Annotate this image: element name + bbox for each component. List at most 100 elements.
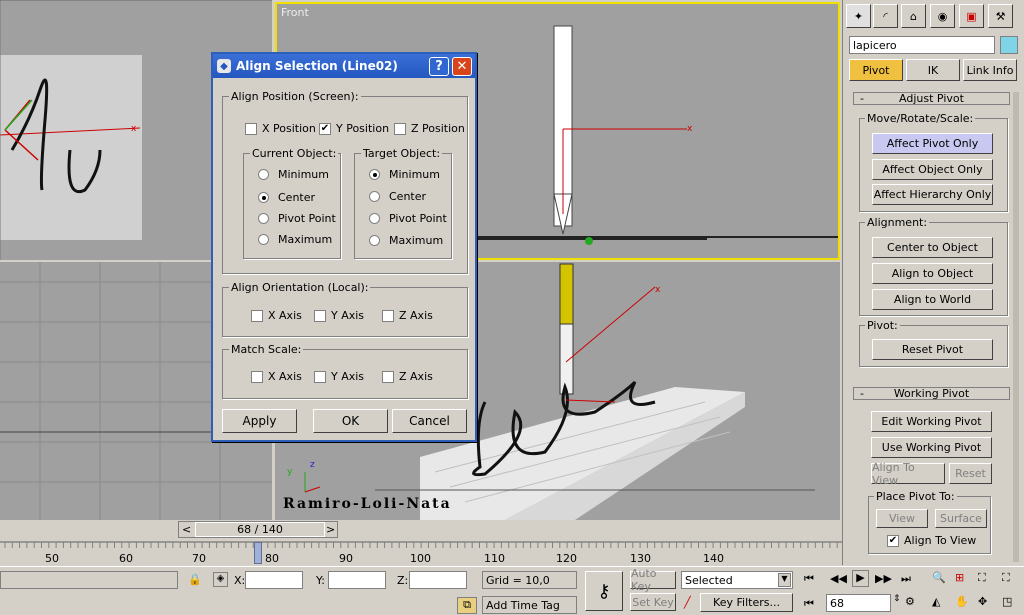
reset-pivot-button[interactable]: Reset Pivot (872, 339, 993, 360)
auto-key-button[interactable]: Auto Key (630, 567, 676, 593)
time-next-arrow[interactable]: > (326, 523, 335, 536)
help-button[interactable]: ? (429, 57, 449, 76)
panel-scrollbar[interactable] (1013, 92, 1019, 562)
orient-y-checkbox[interactable]: Y Axis (314, 309, 364, 322)
x-position-checkbox[interactable]: X Position (245, 122, 316, 135)
target-maximum-radio[interactable]: Maximum (369, 234, 443, 247)
adjust-pivot-rollout[interactable]: - Adjust Pivot (853, 92, 1010, 105)
z-coord-field[interactable] (409, 571, 467, 589)
display-tab-button[interactable]: ▣ (959, 4, 984, 28)
use-working-pivot-button[interactable]: Use Working Pivot (871, 437, 992, 458)
orient-x-checkbox[interactable]: X Axis (251, 309, 302, 322)
current-pivot-radio[interactable]: Pivot Point (258, 212, 336, 225)
orient-z-checkbox[interactable]: Z Axis (382, 309, 433, 322)
pan-hand-icon[interactable]: ✋ (955, 595, 969, 608)
scale-z-checkbox[interactable]: Z Axis (382, 370, 433, 383)
collapse-icon: - (860, 387, 864, 400)
align-to-world-button[interactable]: Align to World (872, 289, 993, 310)
create-tab-button[interactable]: ✦ (846, 4, 871, 28)
zoom-extents-icon[interactable]: ⛶ (978, 571, 986, 585)
radio-label: Pivot Point (389, 212, 447, 225)
orbit-icon[interactable]: ✥ (978, 595, 987, 608)
current-maximum-radio[interactable]: Maximum (258, 233, 332, 246)
close-icon: ✕ (456, 59, 468, 74)
maximize-viewport-icon[interactable]: ◳ (1002, 595, 1012, 608)
ik-tab[interactable]: IK (906, 59, 960, 81)
current-minimum-radio[interactable]: Minimum (258, 168, 329, 181)
affect-object-only-button[interactable]: Affect Object Only (872, 159, 993, 180)
previous-frame-icon[interactable]: ◀◀ (830, 572, 847, 585)
target-pivot-radio[interactable]: Pivot Point (369, 212, 447, 225)
key-filters-button[interactable]: Key Filters... (700, 593, 793, 612)
go-to-end-icon[interactable]: ⏭ (901, 572, 911, 586)
target-minimum-radio[interactable]: Minimum (369, 168, 440, 181)
hierarchy-tab-button[interactable]: ⌂ (901, 4, 926, 28)
current-frame-field[interactable]: 68 (826, 594, 891, 612)
link-info-tab[interactable]: Link Info (963, 59, 1017, 81)
object-name-field[interactable]: lapicero (849, 36, 995, 54)
key-icon: ⚷ (597, 580, 611, 602)
track-bar[interactable]: 50 60 70 80 90 100 110 120 130 140 (0, 540, 842, 566)
reset-button[interactable]: Reset (949, 463, 992, 484)
add-time-tag[interactable]: Add Time Tag (482, 596, 577, 614)
z-position-checkbox[interactable]: Z Position (394, 122, 465, 135)
zoom-all-icon[interactable]: ⊞ (955, 571, 964, 584)
field-of-view-icon[interactable]: ◭ (932, 595, 940, 608)
time-prev-arrow[interactable]: < (182, 523, 191, 536)
tick-label: 110 (484, 552, 505, 565)
go-to-start-icon[interactable]: ⏮ (804, 572, 814, 586)
zoom-extents-all-icon[interactable]: ⛶ (1002, 571, 1010, 585)
current-center-radio[interactable]: Center (258, 191, 315, 204)
scale-x-checkbox[interactable]: X Axis (251, 370, 302, 383)
key-mode-toggle-icon[interactable]: ⏮ (804, 597, 814, 611)
view-button[interactable]: View (876, 509, 928, 528)
time-config-icon[interactable]: ⚙ (905, 595, 915, 608)
align-to-object-button[interactable]: Align to Object (872, 263, 993, 284)
set-key-button[interactable]: Set Key (630, 593, 676, 611)
chevron-down-icon[interactable]: ▼ (778, 573, 791, 587)
play-icon[interactable]: ▶ (852, 570, 869, 587)
target-center-radio[interactable]: Center (369, 190, 426, 203)
cancel-button[interactable]: Cancel (392, 409, 467, 433)
zoom-icon[interactable]: 🔍 (932, 571, 946, 584)
edit-working-pivot-button[interactable]: Edit Working Pivot (871, 411, 992, 432)
close-button[interactable]: ✕ (452, 57, 472, 76)
y-coord-field[interactable] (328, 571, 386, 589)
time-tag-icon[interactable]: ⧉ (457, 597, 477, 614)
checkmark-icon: ✔ (887, 534, 899, 547)
center-to-object-button[interactable]: Center to Object (872, 237, 993, 258)
object-color-swatch[interactable] (1000, 36, 1018, 54)
selection-set-dropdown[interactable]: Selected ▼ (681, 571, 793, 589)
surface-button[interactable]: Surface (935, 509, 987, 528)
key-tangent-icon[interactable]: ╱ (684, 596, 691, 609)
working-pivot-rollout[interactable]: - Working Pivot (853, 387, 1010, 400)
apply-button[interactable]: Apply (222, 409, 297, 433)
z-axis-label: Z Axis (399, 309, 433, 322)
next-frame-icon[interactable]: ▶▶ (875, 572, 892, 585)
frame-spinner-icon[interactable]: ⇕ (893, 594, 901, 604)
motion-tab-button[interactable]: ◉ (930, 4, 955, 28)
scale-y-checkbox[interactable]: Y Axis (314, 370, 364, 383)
align-to-view-button[interactable]: Align To View (871, 461, 945, 487)
modify-tab-button[interactable]: ◜ (873, 4, 898, 28)
tick-label: 140 (703, 552, 724, 565)
affect-pivot-only-button[interactable]: Affect Pivot Only (872, 133, 993, 154)
lock-icon[interactable]: 🔒 (188, 573, 202, 586)
tick-label: 130 (630, 552, 651, 565)
checkbox-box (394, 122, 406, 135)
time-slider-thumb[interactable]: 68 / 140 (195, 522, 325, 537)
pivot-tab[interactable]: Pivot (849, 59, 903, 81)
y-position-checkbox[interactable]: ✔ Y Position (319, 122, 389, 135)
align-to-view-checkbox[interactable]: ✔ Align To View (887, 534, 976, 547)
key-mode-button[interactable]: ⚷ (585, 571, 623, 611)
affect-hierarchy-only-button[interactable]: Affect Hierarchy Only (872, 184, 993, 205)
utilities-tab-button[interactable]: ⚒ (988, 4, 1013, 28)
absolute-mode-icon[interactable]: ◈ (213, 572, 228, 587)
time-slider[interactable]: < 68 / 140 > (178, 521, 338, 538)
y-coord-label: Y: (316, 574, 325, 587)
x-coord-field[interactable] (245, 571, 303, 589)
time-cursor[interactable] (254, 542, 262, 564)
viewport-label-front[interactable]: Front (281, 6, 309, 19)
z-axis-label: Z Axis (399, 370, 433, 383)
ok-button[interactable]: OK (313, 409, 388, 433)
